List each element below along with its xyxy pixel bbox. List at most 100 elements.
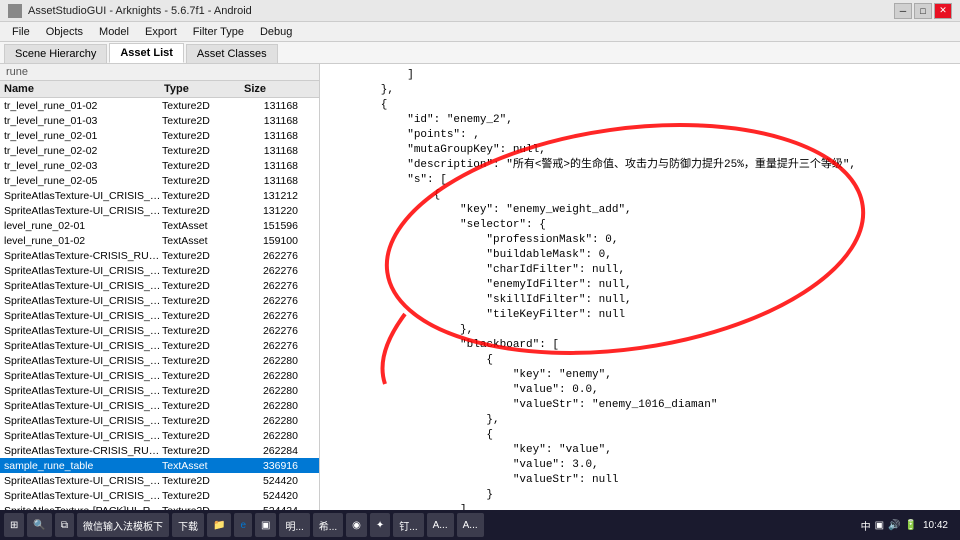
minimize-button[interactable]: ─ [894,3,912,19]
window-controls[interactable]: ─ □ ✕ [894,3,952,19]
col-header-size: Size [240,83,300,95]
asset-type: Texture2D [162,145,242,157]
right-panel[interactable]: ] }, { "id": "enemy_2", "points": , "mut… [320,64,960,518]
asset-name: SpriteAtlasTexture-UI_CRISIS_R... [2,415,162,427]
asset-name: level_rune_01-02 [2,235,162,247]
asset-size: 131212 [242,190,302,202]
table-row[interactable]: tr_level_rune_02-02 Texture2D 131168 [0,143,319,158]
table-row[interactable]: tr_level_rune_01-02 Texture2D 131168 [0,98,319,113]
taskbar-assetstudio[interactable]: ▣ [255,513,276,537]
taskbar-app5[interactable]: A... [427,513,454,537]
table-row[interactable]: tr_level_rune_02-01 Texture2D 131168 [0,128,319,143]
table-row[interactable]: SpriteAtlasTexture-UI_CRISIS_R... Textur… [0,308,319,323]
taskbar-app1[interactable]: 明... [279,513,309,537]
tab-asset-list[interactable]: Asset List [109,43,184,63]
asset-type: Texture2D [162,475,242,487]
menu-file[interactable]: File [4,24,38,40]
taskbar-download[interactable]: 下载 [172,513,204,537]
table-row[interactable]: SpriteAtlasTexture-CRISIS_RUNE... Textur… [0,248,319,263]
title-bar: AssetStudioGUI - Arknights - 5.6.7f1 - A… [0,0,960,22]
table-row[interactable]: SpriteAtlasTexture-UI_CRISIS_R... Textur… [0,413,319,428]
table-row[interactable]: SpriteAtlasTexture-UI_CRISIS_R... Textur… [0,353,319,368]
asset-size: 131168 [242,100,302,112]
ime-icon: 中 [861,518,871,533]
menu-model[interactable]: Model [91,24,137,40]
asset-type: Texture2D [162,385,242,397]
asset-name: SpriteAtlasTexture-UI_CRISIS_R... [2,430,162,442]
menu-objects[interactable]: Objects [38,24,91,40]
asset-type: Texture2D [162,400,242,412]
close-button[interactable]: ✕ [934,3,952,19]
table-row[interactable]: SpriteAtlasTexture-CRISIS_RUNE... Textur… [0,443,319,458]
table-row[interactable]: SpriteAtlasTexture-UI_CRISIS_R... Textur… [0,383,319,398]
table-row[interactable]: SpriteAtlasTexture-UI_CRISIS_R... Textur… [0,323,319,338]
asset-size: 131220 [242,205,302,217]
asset-type: Texture2D [162,280,242,292]
asset-type: Texture2D [162,175,242,187]
windows-icon: ⊞ [10,520,18,531]
asset-name: SpriteAtlasTexture-UI_CRISIS_R... [2,490,162,502]
taskview-button[interactable]: ⧉ [55,513,74,537]
dingding-icon: 钉... [399,518,417,533]
taskbar-app6[interactable]: A... [457,513,484,537]
table-row[interactable]: SpriteAtlasTexture-UI_CRISIS_R... Textur… [0,473,319,488]
table-row[interactable]: sample_rune_table TextAsset 336916 [0,458,319,473]
table-row[interactable]: SpriteAtlasTexture-UI_CRISIS_E... Textur… [0,188,319,203]
menu-filter-type[interactable]: Filter Type [185,24,252,40]
taskbar-wechat[interactable]: 微信输入法模板下 [77,513,169,537]
app6-icon: A... [463,520,478,531]
taskbar-edge[interactable]: e [234,513,252,537]
tab-asset-classes[interactable]: Asset Classes [186,44,278,63]
asset-size: 131168 [242,160,302,172]
asset-size: 262276 [242,310,302,322]
table-row[interactable]: SpriteAtlasTexture-UI_CRISIS_R... Textur… [0,488,319,503]
table-row[interactable]: tr_level_rune_01-03 Texture2D 131168 [0,113,319,128]
table-row[interactable]: SpriteAtlasTexture-UI_CRISIS_R... Textur… [0,368,319,383]
taskbar-app2[interactable]: 希... [313,513,343,537]
wechat-icon: 微信输入法模板下 [83,518,163,533]
taskbar-explorer[interactable]: 📁 [207,513,231,537]
edge-icon: e [240,520,246,531]
maximize-button[interactable]: □ [914,3,932,19]
asset-type: Texture2D [162,310,242,322]
asset-size: 262276 [242,340,302,352]
asset-list[interactable]: tr_level_rune_01-02 Texture2D 131168 tr_… [0,98,319,518]
table-row[interactable]: tr_level_rune_02-05 Texture2D 131168 [0,173,319,188]
menu-debug[interactable]: Debug [252,24,300,40]
asset-size: 524420 [242,475,302,487]
asset-name: SpriteAtlasTexture-CRISIS_RUNE... [2,250,162,262]
asset-name: tr_level_rune_02-03 [2,160,162,172]
table-row[interactable]: SpriteAtlasTexture-UI_CRISIS_R... Textur… [0,338,319,353]
asset-name: tr_level_rune_01-03 [2,115,162,127]
taskbar-app3[interactable]: ◉ [346,513,367,537]
table-row[interactable]: SpriteAtlasTexture-UI_CRISIS_R... Textur… [0,263,319,278]
taskbar-dingding[interactable]: 钉... [393,513,423,537]
table-row[interactable]: SpriteAtlasTexture-UI_CRISIS_R... Textur… [0,278,319,293]
sys-tray: 中 ▣ 🔊 🔋 [861,518,917,533]
table-row[interactable]: level_rune_01-02 TextAsset 159100 [0,233,319,248]
search-button[interactable]: 🔍 [27,513,51,537]
app-icon [8,4,22,18]
table-row[interactable]: SpriteAtlasTexture-UI_CRISIS_R... Textur… [0,293,319,308]
table-row[interactable]: SpriteAtlasTexture-UI_CRISIS_R... Textur… [0,398,319,413]
asset-name: SpriteAtlasTexture-UI_CRISIS_E... [2,205,162,217]
asset-type: TextAsset [162,460,242,472]
asset-name: SpriteAtlasTexture-UI_CRISIS_R... [2,310,162,322]
table-row[interactable]: SpriteAtlasTexture-UI_CRISIS_R... Textur… [0,428,319,443]
asset-size: 262276 [242,265,302,277]
left-panel: rune Name Type Size tr_level_rune_01-02 … [0,64,320,518]
table-row[interactable]: tr_level_rune_02-03 Texture2D 131168 [0,158,319,173]
asset-size: 131168 [242,115,302,127]
asset-size: 262280 [242,355,302,367]
asset-size: 131168 [242,175,302,187]
taskbar-app4[interactable]: ✦ [370,513,390,537]
start-button[interactable]: ⊞ [4,513,24,537]
tab-scene-hierarchy[interactable]: Scene Hierarchy [4,44,107,63]
table-row[interactable]: SpriteAtlasTexture-UI_CRISIS_E... Textur… [0,203,319,218]
table-row[interactable]: level_rune_02-01 TextAsset 151596 [0,218,319,233]
asset-size: 262280 [242,385,302,397]
asset-type: Texture2D [162,130,242,142]
asset-size: 336916 [242,460,302,472]
battery-icon: 🔋 [905,520,917,531]
menu-export[interactable]: Export [137,24,185,40]
